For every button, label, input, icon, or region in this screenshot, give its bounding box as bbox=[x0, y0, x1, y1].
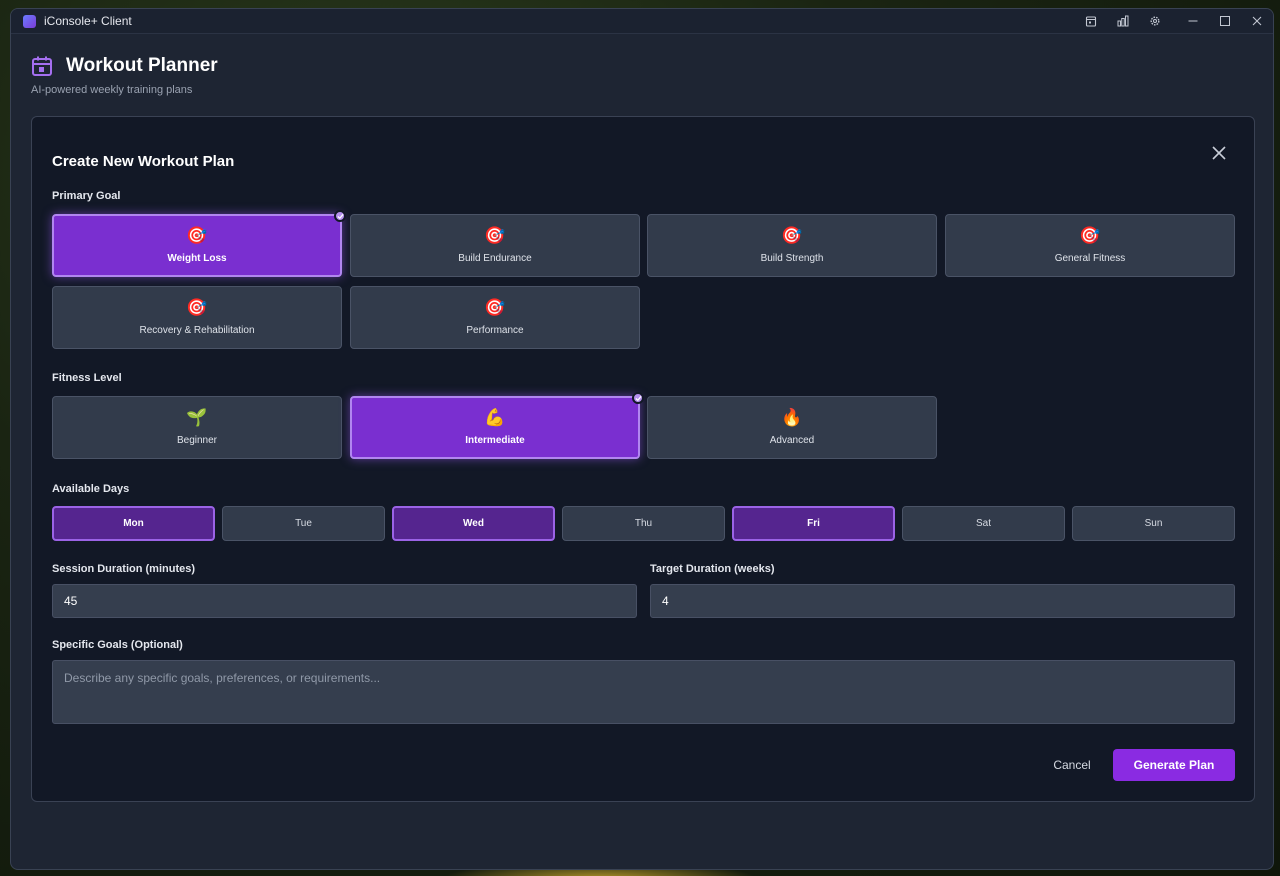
selected-check-icon bbox=[334, 210, 346, 222]
level-option-label: Beginner bbox=[176, 435, 218, 446]
day-toggle-wed[interactable]: Wed bbox=[392, 506, 555, 541]
target-duration-input[interactable]: 4 bbox=[650, 584, 1235, 618]
target-icon: 🎯 bbox=[781, 226, 803, 246]
day-toggle-sun[interactable]: Sun bbox=[1072, 506, 1235, 541]
day-toggle-sat[interactable]: Sat bbox=[902, 506, 1065, 541]
target-icon: 🎯 bbox=[484, 226, 506, 246]
seedling-icon: 🌱 bbox=[186, 408, 208, 428]
specific-goals-label: Specific Goals (Optional) bbox=[52, 639, 183, 651]
cancel-button[interactable]: Cancel bbox=[1042, 754, 1102, 776]
create-plan-modal: Create New Workout Plan Primary Goal 🎯 W… bbox=[31, 116, 1255, 802]
specific-goals-textarea[interactable]: Describe any specific goals, preferences… bbox=[52, 660, 1235, 724]
session-duration-input[interactable]: 45 bbox=[52, 584, 637, 618]
goal-option-general-fitness[interactable]: 🎯 General Fitness bbox=[945, 214, 1235, 277]
day-toggle-thu[interactable]: Thu bbox=[562, 506, 725, 541]
primary-goal-label: Primary Goal bbox=[52, 190, 121, 202]
close-icon bbox=[1252, 16, 1262, 26]
modal-title: Create New Workout Plan bbox=[52, 153, 235, 170]
day-toggle-tue[interactable]: Tue bbox=[222, 506, 385, 541]
generate-plan-button[interactable]: Generate Plan bbox=[1113, 749, 1235, 781]
target-icon: 🎯 bbox=[484, 298, 506, 318]
calendar-icon bbox=[1085, 16, 1097, 27]
day-toggle-mon[interactable]: Mon bbox=[52, 506, 215, 541]
goal-option-recovery[interactable]: 🎯 Recovery & Rehabilitation bbox=[52, 286, 342, 349]
selected-check-icon bbox=[632, 392, 644, 404]
window-title: iConsole+ Client bbox=[44, 14, 132, 28]
maximize-icon bbox=[1220, 16, 1230, 26]
minimize-button[interactable] bbox=[1177, 9, 1209, 34]
page-header: Workout Planner AI-powered weekly traini… bbox=[31, 55, 218, 96]
app-logo-icon bbox=[23, 14, 36, 28]
title-bar: iConsole+ Client bbox=[11, 9, 1273, 34]
target-icon: 🎯 bbox=[186, 298, 208, 318]
target-duration-label: Target Duration (weeks) bbox=[650, 563, 775, 575]
fitness-level-label: Fitness Level bbox=[52, 372, 122, 384]
close-modal-icon[interactable] bbox=[1210, 144, 1228, 162]
page-subtitle: AI-powered weekly training plans bbox=[31, 84, 193, 96]
settings-button[interactable] bbox=[1139, 9, 1171, 34]
goal-option-label: Performance bbox=[466, 325, 524, 336]
session-duration-label: Session Duration (minutes) bbox=[52, 563, 196, 575]
page-title: Workout Planner bbox=[66, 55, 218, 76]
calendar-nav-button[interactable] bbox=[1075, 9, 1107, 34]
minimize-icon bbox=[1188, 20, 1198, 22]
goal-option-performance[interactable]: 🎯 Performance bbox=[350, 286, 640, 349]
fire-icon: 🔥 bbox=[781, 408, 803, 428]
stats-nav-button[interactable] bbox=[1107, 9, 1139, 34]
goal-option-build-strength[interactable]: 🎯 Build Strength bbox=[647, 214, 937, 277]
close-window-button[interactable] bbox=[1241, 9, 1273, 34]
app-window: iConsole+ Client Workout Planner AI-powe… bbox=[10, 8, 1274, 870]
gear-icon bbox=[1150, 16, 1160, 26]
level-option-label: Intermediate bbox=[465, 435, 525, 446]
bar-chart-icon bbox=[1117, 15, 1129, 27]
day-toggle-fri[interactable]: Fri bbox=[732, 506, 895, 541]
goal-option-label: General Fitness bbox=[1054, 253, 1126, 264]
calendar-icon bbox=[32, 56, 52, 76]
goal-option-label: Recovery & Rehabilitation bbox=[139, 325, 255, 336]
flexed-bicep-icon: 💪 bbox=[484, 408, 506, 428]
goal-option-build-endurance[interactable]: 🎯 Build Endurance bbox=[350, 214, 640, 277]
goal-option-label: Build Endurance bbox=[458, 253, 532, 264]
titlebar-controls bbox=[1075, 9, 1273, 33]
level-option-label: Advanced bbox=[769, 435, 815, 446]
available-days-label: Available Days bbox=[52, 483, 130, 495]
maximize-button[interactable] bbox=[1209, 9, 1241, 34]
target-icon: 🎯 bbox=[186, 226, 208, 246]
target-icon: 🎯 bbox=[1079, 226, 1101, 246]
level-option-advanced[interactable]: 🔥 Advanced bbox=[647, 396, 937, 459]
goal-option-label: Build Strength bbox=[760, 253, 824, 264]
level-option-intermediate[interactable]: 💪 Intermediate bbox=[350, 392, 644, 459]
goal-option-weight-loss[interactable]: 🎯 Weight Loss bbox=[52, 210, 346, 277]
goal-option-label: Weight Loss bbox=[167, 253, 227, 264]
level-option-beginner[interactable]: 🌱 Beginner bbox=[52, 396, 342, 459]
